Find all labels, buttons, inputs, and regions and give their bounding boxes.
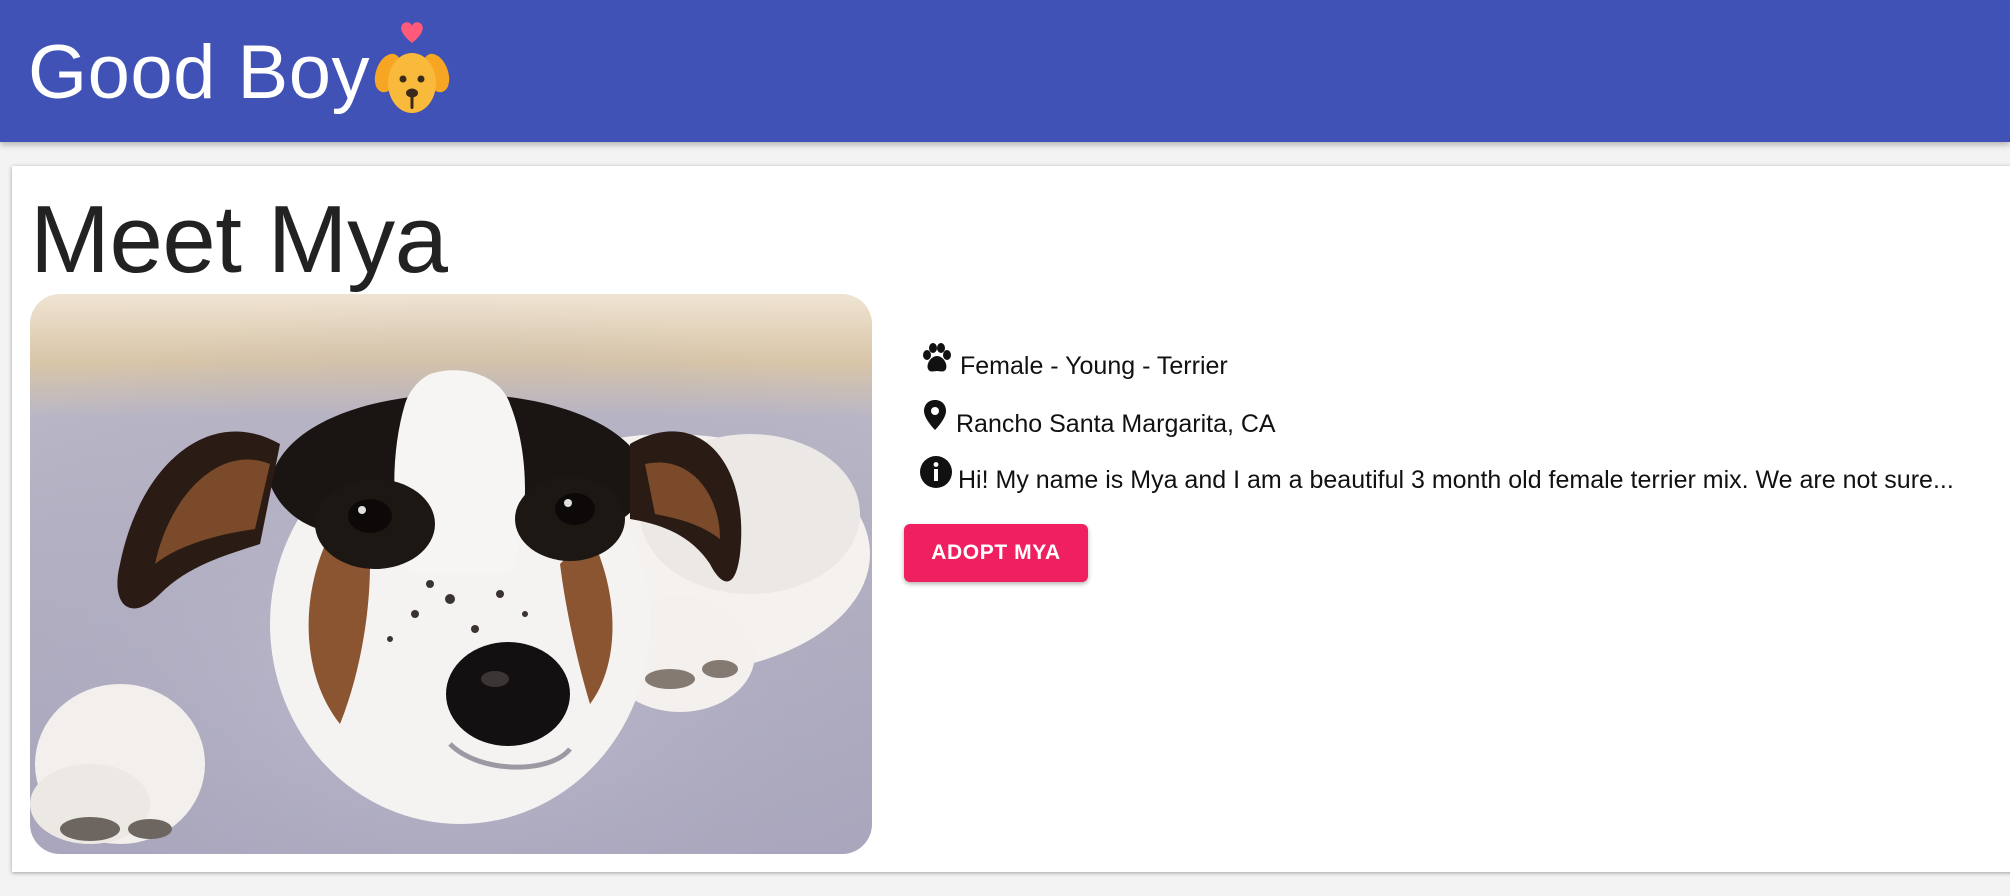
pet-card: Meet Mya Female - Young - Terrier Rancho… bbox=[12, 166, 2010, 872]
location-pin-icon bbox=[920, 398, 950, 439]
brand[interactable]: Good Boy bbox=[28, 18, 452, 128]
detail-row-location: Rancho Santa Margarita, CA bbox=[920, 398, 2000, 439]
dog-photo bbox=[30, 294, 872, 854]
page-title: Meet Mya bbox=[30, 186, 448, 293]
app-bar: Good Boy bbox=[0, 0, 2010, 142]
detail-text: Female - Young - Terrier bbox=[960, 352, 1228, 380]
pet-details: Female - Young - Terrier Rancho Santa Ma… bbox=[920, 342, 2000, 512]
detail-row-breed: Female - Young - Terrier bbox=[920, 342, 2000, 381]
paw-icon bbox=[920, 342, 954, 381]
dog-heart-icon bbox=[372, 19, 452, 119]
detail-text: Rancho Santa Margarita, CA bbox=[956, 410, 1276, 438]
info-icon bbox=[920, 456, 952, 495]
detail-row-description: Hi! My name is Mya and I am a beautiful … bbox=[920, 456, 2000, 495]
brand-name: Good Boy bbox=[28, 30, 370, 115]
detail-text: Hi! My name is Mya and I am a beautiful … bbox=[958, 466, 1954, 494]
adopt-button[interactable]: ADOPT MYA bbox=[904, 524, 1088, 582]
